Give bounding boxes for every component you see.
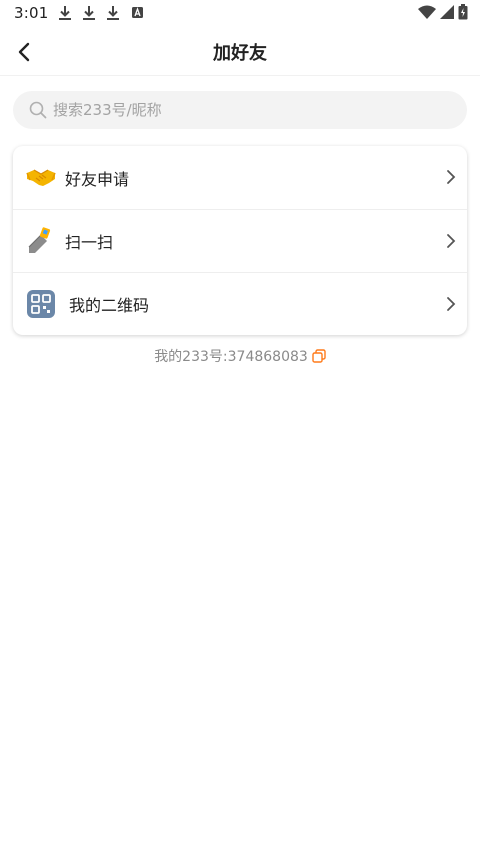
status-bar: 3:01: [0, 0, 480, 26]
status-time: 3:01: [14, 4, 49, 22]
battery-icon: [458, 4, 468, 20]
search-icon: [29, 101, 47, 119]
my-id-text: 我的233号:374868083: [154, 349, 308, 365]
system-icons: [418, 4, 468, 20]
wifi-icon: [418, 5, 436, 19]
qr-code-icon: [27, 290, 55, 318]
header: 加好友: [0, 26, 480, 76]
chevron-right-icon: [447, 170, 456, 184]
friend-requests-item[interactable]: 好友申请: [13, 146, 467, 209]
download-icon: [83, 6, 95, 20]
search-input[interactable]: [53, 101, 453, 119]
chevron-right-icon: [447, 297, 456, 311]
chevron-right-icon: [447, 234, 456, 248]
scanner-icon: [28, 227, 51, 253]
download-icon: [59, 6, 71, 20]
copy-icon[interactable]: [312, 349, 326, 363]
my-id-line: 我的233号:374868083: [0, 346, 480, 366]
menu-card: 好友申请 扫一扫 我的二维码: [13, 146, 467, 335]
scan-item[interactable]: 扫一扫: [13, 209, 467, 272]
notification-icons: [56, 5, 146, 21]
page-title: 加好友: [213, 43, 267, 64]
friend-requests-label: 好友申请: [65, 169, 130, 189]
scan-label: 扫一扫: [65, 233, 114, 252]
search-box[interactable]: [13, 91, 467, 129]
my-qr-code-label: 我的二维码: [69, 296, 150, 315]
handshake-icon: [26, 169, 56, 186]
signal-icon: [440, 5, 454, 19]
font-app-icon: [132, 7, 143, 18]
download-icon: [107, 6, 119, 20]
my-qr-code-item[interactable]: 我的二维码: [13, 272, 467, 335]
